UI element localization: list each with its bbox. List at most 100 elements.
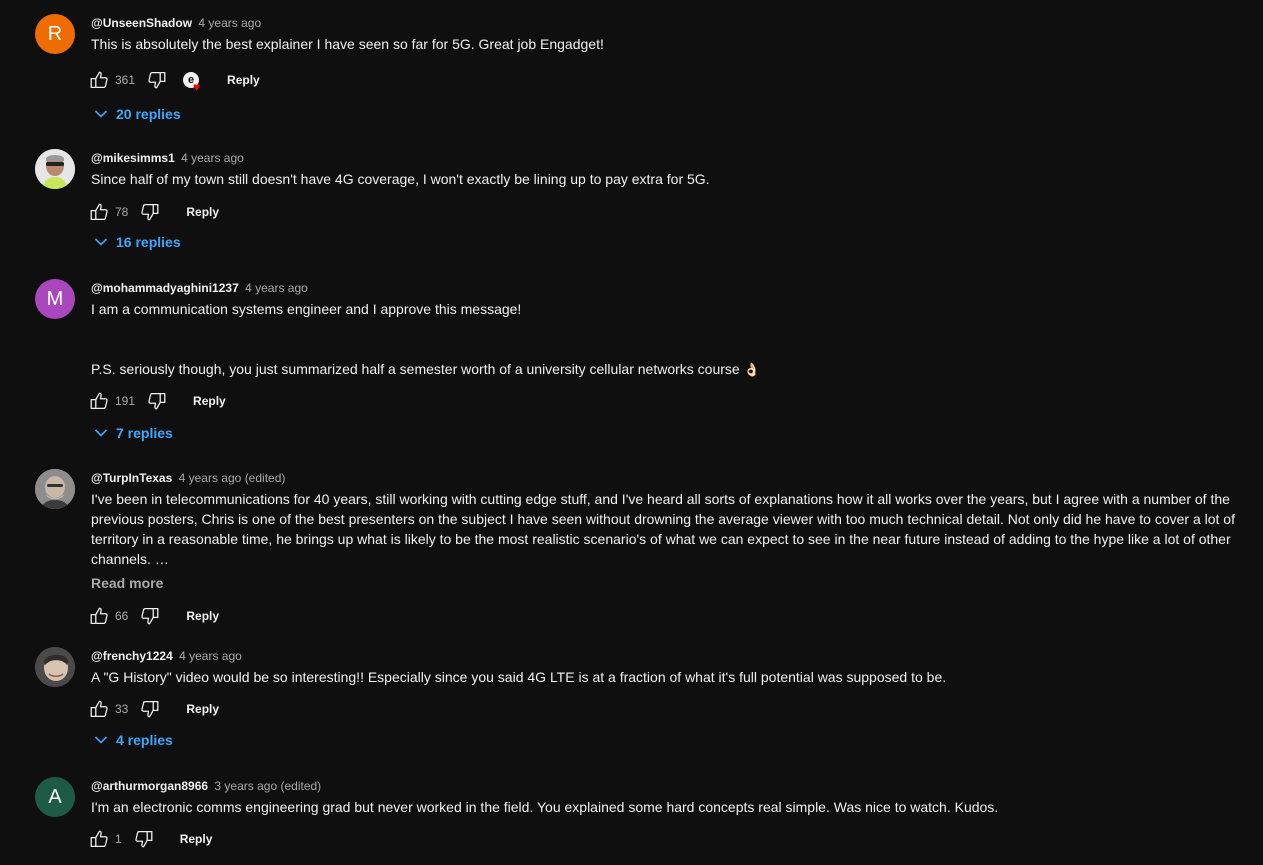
comment-line: This is absolutely the best explainer I … — [91, 36, 604, 52]
avatar[interactable]: R — [35, 14, 75, 54]
comment-line: P.S. seriously though, you just summariz… — [91, 359, 1245, 380]
comment-header: @TurpInTexas 4 years ago (edited) — [91, 469, 1245, 487]
avatar-letter: R — [47, 22, 63, 45]
comment-line-text: P.S. seriously though, you just summariz… — [91, 361, 740, 377]
dislike-button[interactable] — [141, 64, 173, 96]
comment-toolbar: 66 Reply — [90, 600, 1245, 632]
like-count: 361 — [115, 73, 136, 87]
comment-line: I'm an electronic comms engineering grad… — [91, 799, 999, 815]
reply-button[interactable]: Reply — [177, 385, 242, 417]
comment-text: I've been in telecommunications for 40 y… — [91, 489, 1245, 569]
comment-content: @UnseenShadow 4 years ago This is absolu… — [89, 14, 1245, 128]
avatar[interactable]: M — [35, 279, 75, 319]
like-count: 66 — [115, 609, 129, 623]
dislike-button[interactable] — [134, 196, 166, 228]
avatar[interactable] — [35, 647, 75, 687]
thumb-up-outline-icon — [90, 700, 108, 717]
thumb-up-outline-icon — [90, 830, 108, 847]
avatar[interactable] — [35, 149, 75, 189]
dislike-button[interactable] — [141, 385, 173, 417]
comment-line — [91, 339, 1245, 359]
comment-line: I've been in telecommunications for 40 y… — [91, 491, 1235, 567]
reply-button[interactable]: Reply — [170, 693, 235, 725]
reply-button[interactable]: Reply — [164, 823, 229, 855]
reply-button[interactable]: Reply — [170, 196, 235, 228]
avatar-photo — [35, 647, 75, 687]
published-time[interactable]: 4 years ago — [198, 16, 261, 30]
thumb-up-outline-icon — [90, 392, 108, 409]
comment-toolbar: 33 Reply — [90, 693, 1245, 725]
heart-icon: ♥ — [193, 80, 201, 94]
comment-content: @TurpInTexas 4 years ago (edited) I've b… — [90, 469, 1245, 632]
like-count: 78 — [115, 205, 129, 219]
ok-hand-emoji: 👌🏻 — [743, 362, 760, 377]
comment-header: @mikesimms1 4 years ago — [91, 149, 1245, 167]
view-replies-button[interactable]: 20 replies — [89, 100, 181, 128]
like-button[interactable] — [83, 385, 115, 417]
reply-button[interactable]: Reply — [170, 600, 235, 632]
avatar[interactable]: A — [35, 777, 75, 817]
dislike-button[interactable] — [134, 600, 166, 632]
published-time[interactable]: 4 years ago — [245, 281, 308, 295]
dislike-button[interactable] — [128, 823, 160, 855]
like-count: 33 — [115, 702, 129, 716]
edited-label: (edited) — [280, 779, 322, 793]
comment-content: @mohammadyaghini1237 4 years ago I am a … — [89, 279, 1245, 447]
thumb-down-outline-icon — [135, 831, 153, 848]
comment-line: I am a communication systems engineer an… — [91, 301, 522, 317]
replies-count: 16 replies — [116, 234, 181, 250]
published-time[interactable]: 4 years ago — [179, 649, 242, 663]
comment-header: @arthurmorgan8966 3 years ago (edited) — [91, 777, 1245, 795]
like-count: 191 — [115, 394, 136, 408]
creator-heart-badge: e ♥ — [175, 64, 207, 96]
comment-text: A "G History" video would be so interest… — [91, 667, 1245, 687]
comment-header: @mohammadyaghini1237 4 years ago — [91, 279, 1245, 297]
view-replies-button[interactable]: 7 replies — [89, 419, 173, 447]
author-name[interactable]: @UnseenShadow — [91, 16, 192, 30]
avatar-photo — [35, 469, 75, 509]
comment-line: A "G History" video would be so interest… — [91, 669, 947, 685]
thumb-up-outline-icon — [90, 203, 108, 220]
replies-count: 4 replies — [116, 732, 173, 748]
author-name[interactable]: @arthurmorgan8966 — [91, 779, 208, 793]
avatar[interactable] — [35, 469, 75, 509]
author-name[interactable]: @mikesimms1 — [91, 151, 175, 165]
thumb-down-outline-icon — [141, 608, 159, 625]
comment-toolbar: 1 Reply — [90, 823, 1245, 855]
view-replies-button[interactable]: 4 replies — [89, 726, 173, 754]
comment-header: @frenchy1224 4 years ago — [91, 647, 1245, 665]
comment-line — [91, 319, 1245, 339]
chevron-down-icon — [89, 230, 113, 254]
comment-text: I am a communication systems engineer an… — [91, 299, 1245, 380]
like-button[interactable] — [83, 693, 115, 725]
replies-count: 7 replies — [116, 425, 173, 441]
like-count: 1 — [115, 832, 122, 846]
thumb-up-outline-icon — [90, 71, 108, 88]
avatar-letter: A — [48, 785, 62, 808]
like-button[interactable] — [83, 823, 115, 855]
comment-toolbar: 191 Reply — [90, 385, 1245, 417]
dislike-button[interactable] — [134, 693, 166, 725]
author-name[interactable]: @frenchy1224 — [91, 649, 173, 663]
avatar-photo — [35, 149, 75, 189]
like-button[interactable] — [83, 64, 115, 96]
published-time[interactable]: 4 years ago — [179, 471, 242, 485]
chevron-down-icon — [89, 728, 113, 752]
replies-count: 20 replies — [116, 106, 181, 122]
published-time[interactable]: 3 years ago — [214, 779, 277, 793]
thumb-down-outline-icon — [141, 701, 159, 718]
comment-text: I'm an electronic comms engineering grad… — [91, 797, 1245, 817]
view-replies-button[interactable]: 16 replies — [89, 228, 181, 256]
avatar-letter: M — [46, 287, 64, 310]
published-time[interactable]: 4 years ago — [181, 151, 244, 165]
like-button[interactable] — [83, 196, 115, 228]
thumb-down-outline-icon — [148, 393, 166, 410]
chevron-down-icon — [89, 421, 113, 445]
author-name[interactable]: @TurpInTexas — [91, 471, 172, 485]
comment-content: @frenchy1224 4 years ago A "G History" v… — [89, 647, 1245, 754]
thumb-up-outline-icon — [90, 607, 108, 624]
like-button[interactable] — [83, 600, 115, 632]
author-name[interactable]: @mohammadyaghini1237 — [91, 281, 239, 295]
reply-button[interactable]: Reply — [211, 64, 276, 96]
read-more-button[interactable]: Read more — [91, 573, 1245, 593]
